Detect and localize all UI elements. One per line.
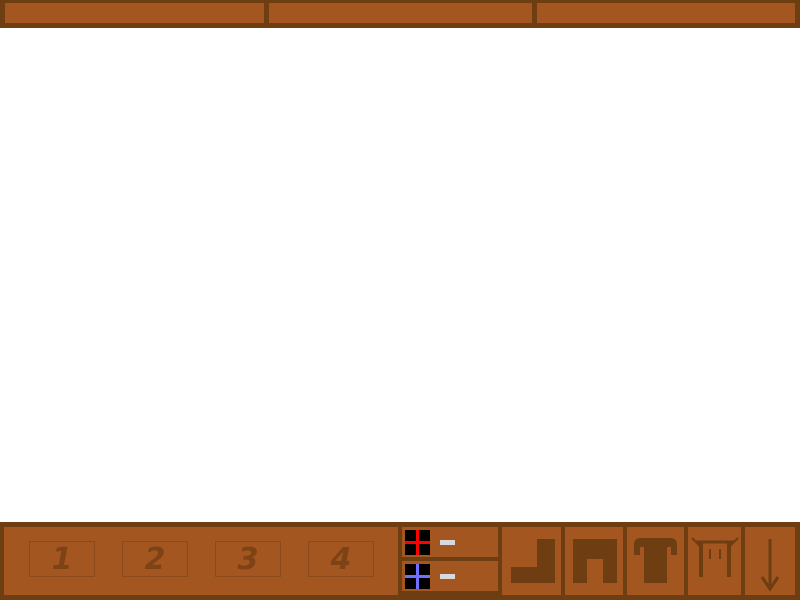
hotbar: 1 2 3 4 (4, 527, 398, 595)
top-panel-3 (537, 3, 795, 23)
pants-icon (573, 539, 617, 583)
top-panel-1 (5, 3, 264, 23)
health-bar (440, 540, 455, 545)
shirt-slot[interactable] (627, 527, 684, 595)
table-icon (691, 537, 739, 577)
hotbar-slot-label: 4 (330, 541, 352, 577)
pants-slot[interactable] (565, 527, 623, 595)
health-row (402, 527, 498, 557)
bottom-hud: 1 2 3 4 (0, 522, 800, 600)
mana-row (402, 561, 498, 591)
shirt-icon (634, 538, 677, 583)
game-screen: 1 2 3 4 (0, 0, 800, 600)
hotbar-slot-1[interactable]: 1 (29, 541, 95, 577)
hotbar-slot-2[interactable]: 2 (122, 541, 188, 577)
table-slot[interactable] (688, 527, 741, 595)
blue-cross-icon (405, 564, 430, 589)
hotbar-slot-3[interactable]: 3 (215, 541, 281, 577)
boots-slot[interactable] (502, 527, 561, 595)
red-cross-icon (405, 530, 430, 555)
top-bar (0, 0, 800, 28)
down-arrow-icon (760, 539, 780, 592)
stats-panel (402, 527, 498, 595)
drop-slot[interactable] (745, 527, 795, 595)
boot-icon (511, 539, 555, 583)
hotbar-slot-4[interactable]: 4 (308, 541, 374, 577)
game-viewport[interactable] (0, 28, 800, 522)
hotbar-slot-label: 1 (51, 541, 73, 577)
mana-bar (440, 574, 455, 579)
hotbar-slot-label: 3 (237, 541, 259, 577)
hotbar-slot-label: 2 (144, 541, 166, 577)
top-panel-2 (269, 3, 532, 23)
